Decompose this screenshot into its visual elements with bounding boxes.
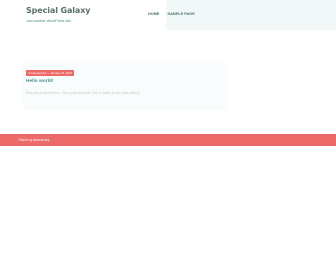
post-title[interactable]: Hello world! bbox=[26, 79, 53, 84]
footer-credit[interactable]: Theme by www.luxury bbox=[18, 138, 49, 142]
post-meta-badge[interactable]: Uncategorized — January 24, 2022 bbox=[26, 70, 74, 76]
site-tagline: Just another WordPress site bbox=[26, 19, 72, 23]
menu-item-sample-page[interactable]: Sample Page bbox=[167, 12, 194, 16]
post-excerpt: Welcome to WordPress. This is your first… bbox=[26, 91, 140, 95]
menu-item-home[interactable]: Home bbox=[148, 12, 159, 16]
primary-menu: Home Sample Page bbox=[148, 12, 195, 16]
footer-bar: Theme by www.luxury bbox=[0, 134, 336, 146]
page: Special Galaxy Just another WordPress si… bbox=[0, 0, 336, 280]
site-title[interactable]: Special Galaxy bbox=[26, 6, 91, 15]
